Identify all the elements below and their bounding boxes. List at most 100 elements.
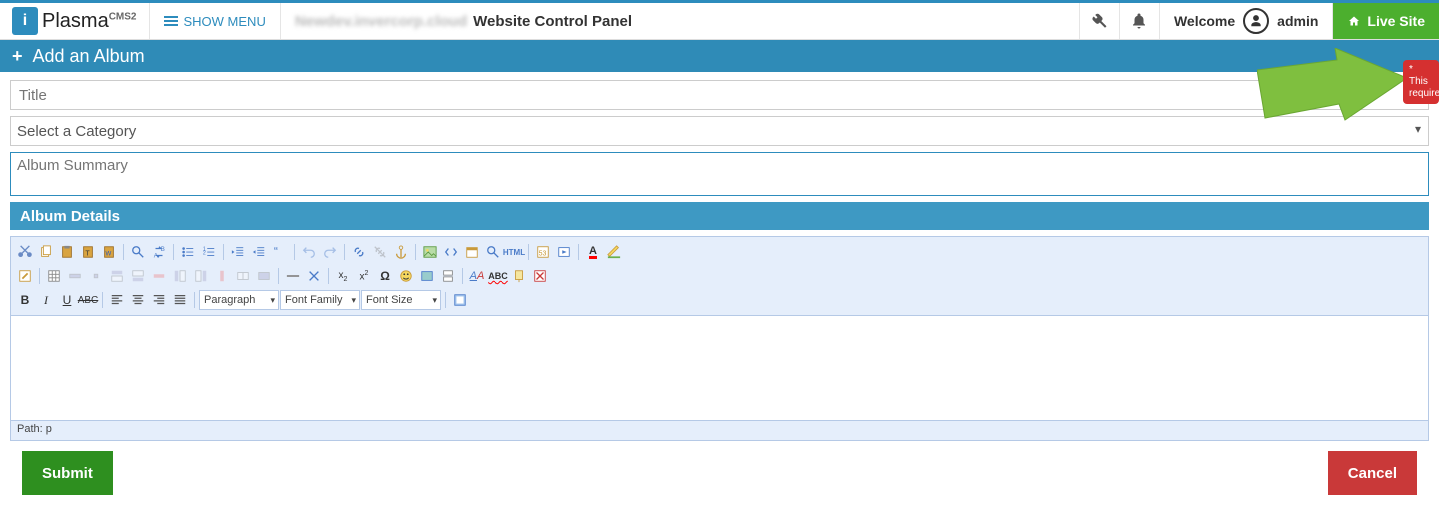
live-site-label: Live Site xyxy=(1367,13,1425,29)
cancel-button[interactable]: Cancel xyxy=(1328,451,1417,495)
copy-button[interactable] xyxy=(36,242,56,262)
media-button[interactable] xyxy=(554,242,574,262)
paste-word-button[interactable]: W xyxy=(99,242,119,262)
paragraph-select[interactable]: Paragraph xyxy=(199,290,279,310)
anchor-button[interactable] xyxy=(391,242,411,262)
merge-cell-button[interactable] xyxy=(254,266,274,286)
insert-col-before-button[interactable] xyxy=(170,266,190,286)
remove-format-button[interactable] xyxy=(304,266,324,286)
embed-button[interactable] xyxy=(417,266,437,286)
show-menu-toggle[interactable]: SHOW MENU xyxy=(150,3,281,39)
split-cell-button[interactable] xyxy=(233,266,253,286)
hamburger-icon xyxy=(164,20,178,22)
welcome-label: Welcome xyxy=(1174,13,1235,29)
title-input[interactable] xyxy=(10,80,1429,110)
table-button[interactable] xyxy=(44,266,64,286)
highlight-button[interactable] xyxy=(604,242,624,262)
avatar-icon xyxy=(1243,8,1269,34)
row-props-button[interactable] xyxy=(65,266,85,286)
unordered-list-button[interactable] xyxy=(178,242,198,262)
delete-button[interactable] xyxy=(530,266,550,286)
submit-button[interactable]: Submit xyxy=(22,451,113,495)
section-add-album-header: + Add an Album xyxy=(0,40,1439,72)
edit-button[interactable] xyxy=(15,266,35,286)
summary-textarea[interactable] xyxy=(10,152,1429,196)
align-center-button[interactable] xyxy=(128,290,148,310)
styles-button[interactable]: AA xyxy=(467,266,487,286)
subscript-button[interactable]: x2 xyxy=(333,266,353,286)
strike-button[interactable]: ABC xyxy=(78,290,98,310)
form-footer: Submit Cancel xyxy=(0,441,1439,501)
emoji-button[interactable] xyxy=(396,266,416,286)
spellcheck-button[interactable]: ABC xyxy=(488,266,508,286)
indent-button[interactable] xyxy=(249,242,269,262)
superscript-button[interactable]: x2 xyxy=(354,266,374,286)
undo-button[interactable] xyxy=(299,242,319,262)
font-size-select[interactable]: Font Size xyxy=(361,290,441,310)
cut-button[interactable] xyxy=(15,242,35,262)
svg-text:53: 53 xyxy=(539,251,547,258)
username-label: admin xyxy=(1277,13,1318,29)
delete-row-button[interactable] xyxy=(149,266,169,286)
find-button[interactable] xyxy=(128,242,148,262)
home-icon xyxy=(1347,15,1361,27)
align-right-button[interactable] xyxy=(149,290,169,310)
special-char-button[interactable]: Ω xyxy=(375,266,395,286)
svg-text:T: T xyxy=(85,251,90,258)
callout-arrow xyxy=(1257,48,1407,138)
show-menu-label: SHOW MENU xyxy=(184,14,266,29)
logo[interactable]: i PlasmaCMS2 xyxy=(0,3,150,39)
editor-content[interactable] xyxy=(10,316,1429,421)
paste-button[interactable] xyxy=(57,242,77,262)
align-left-button[interactable] xyxy=(107,290,127,310)
section-title: Add an Album xyxy=(33,46,145,67)
insert-row-after-button[interactable] xyxy=(128,266,148,286)
rich-text-editor: T W AB 12 “ HTML 53 xyxy=(10,236,1429,441)
toolbar-row-1: T W AB 12 “ HTML 53 xyxy=(15,241,1424,263)
delete-col-button[interactable] xyxy=(212,266,232,286)
svg-text:B: B xyxy=(161,246,165,253)
paste-text-button[interactable]: T xyxy=(78,242,98,262)
link-button[interactable] xyxy=(349,242,369,262)
italic-button[interactable]: I xyxy=(36,290,56,310)
insert-row-before-button[interactable] xyxy=(107,266,127,286)
attributes-button[interactable] xyxy=(509,266,529,286)
notifications-button[interactable] xyxy=(1120,3,1160,39)
html-button[interactable]: HTML xyxy=(504,242,524,262)
fullscreen-button[interactable] xyxy=(450,290,470,310)
time-button[interactable]: 53 xyxy=(533,242,553,262)
album-details-header: Album Details xyxy=(10,202,1429,230)
tools-button[interactable] xyxy=(1080,3,1120,39)
bold-button[interactable]: B xyxy=(15,290,35,310)
plus-icon: + xyxy=(12,46,23,67)
tools-icon xyxy=(1090,12,1108,30)
preview-button[interactable] xyxy=(483,242,503,262)
blockquote-button[interactable]: “ xyxy=(270,242,290,262)
ordered-list-button[interactable]: 12 xyxy=(199,242,219,262)
date-button[interactable] xyxy=(462,242,482,262)
live-site-button[interactable]: Live Site xyxy=(1333,3,1439,39)
welcome-cell[interactable]: Welcome admin xyxy=(1160,3,1333,39)
category-select[interactable]: Select a Category xyxy=(10,116,1429,146)
cell-props-button[interactable] xyxy=(86,266,106,286)
pagebreak-button[interactable] xyxy=(438,266,458,286)
category-select-wrap: Select a Category xyxy=(10,116,1429,146)
redo-button[interactable] xyxy=(320,242,340,262)
hr-button[interactable] xyxy=(283,266,303,286)
image-button[interactable] xyxy=(420,242,440,262)
album-form: Select a Category xyxy=(0,72,1439,202)
replace-button[interactable]: AB xyxy=(149,242,169,262)
svg-text:2: 2 xyxy=(203,251,206,257)
text-color-button[interactable]: A xyxy=(583,242,603,262)
unlink-button[interactable] xyxy=(370,242,390,262)
top-bar: i PlasmaCMS2 SHOW MENU Newdev.invercorp.… xyxy=(0,0,1439,40)
code-button[interactable] xyxy=(441,242,461,262)
outdent-button[interactable] xyxy=(228,242,248,262)
underline-button[interactable]: U xyxy=(57,290,77,310)
align-justify-button[interactable] xyxy=(170,290,190,310)
page-title: Newdev.invercorp.cloud Website Control P… xyxy=(281,3,1080,39)
toolbar-row-3: B I U ABC Paragraph Font Family Font Siz… xyxy=(15,289,1424,311)
domain-blurred: Newdev.invercorp.cloud xyxy=(295,13,467,30)
insert-col-after-button[interactable] xyxy=(191,266,211,286)
font-family-select[interactable]: Font Family xyxy=(280,290,360,310)
